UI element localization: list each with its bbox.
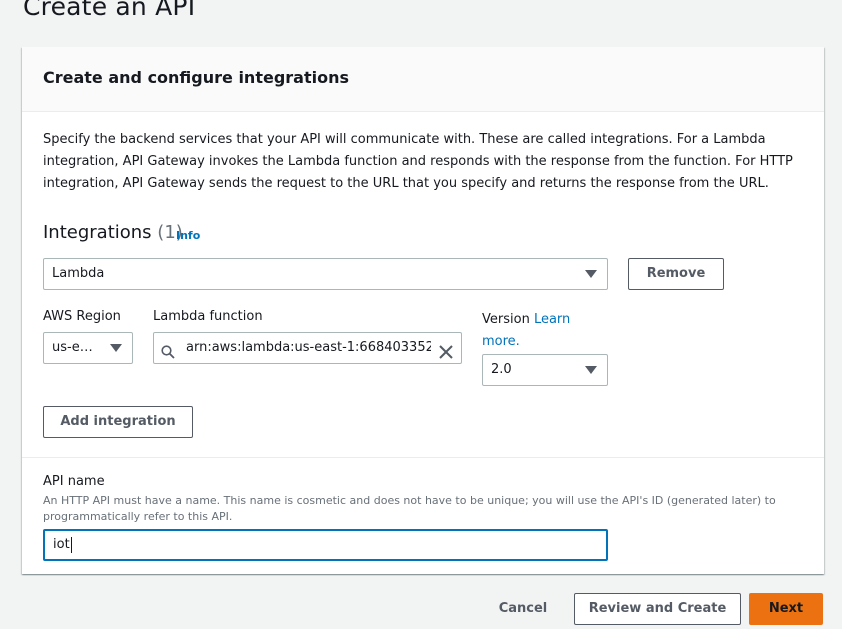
caret-down-icon: [585, 270, 597, 278]
text-cursor: [71, 537, 72, 553]
cancel-button[interactable]: Cancel: [487, 593, 559, 625]
add-integration-button[interactable]: Add integration: [43, 406, 193, 438]
api-name-hint: An HTTP API must have a name. This name …: [43, 494, 776, 523]
lambda-function-label: Lambda function: [153, 309, 263, 324]
info-link[interactable]: Info: [176, 229, 200, 242]
panel-title: Create and configure integrations: [43, 68, 349, 87]
version-select[interactable]: 2.0: [482, 354, 608, 386]
version-label-text: Version: [482, 312, 530, 327]
integrations-heading-label: Integrations: [43, 222, 152, 243]
clear-icon[interactable]: [439, 341, 453, 359]
version-value: 2.0: [491, 362, 512, 377]
api-name-input[interactable]: iot: [43, 529, 608, 561]
aws-region-select[interactable]: us-e…: [43, 332, 133, 364]
aws-region-value: us-e…: [52, 340, 93, 355]
lambda-function-input[interactable]: arn:aws:lambda:us-east-1:668403352’: [153, 332, 462, 364]
integration-type-select[interactable]: Lambda: [43, 258, 608, 290]
review-and-create-button[interactable]: Review and Create: [574, 593, 741, 625]
panel-header: Create and configure integrations: [22, 47, 824, 112]
page-title: Create an API: [23, 0, 196, 21]
aws-region-label: AWS Region: [43, 309, 121, 324]
integration-type-value: Lambda: [52, 266, 105, 281]
search-icon: [161, 341, 175, 359]
version-label: Version Learn more.: [482, 309, 592, 353]
integrations-heading: Integrations (1): [43, 222, 183, 243]
lambda-function-value: arn:aws:lambda:us-east-1:668403352’: [186, 340, 431, 355]
panel-description: Specify the backend services that your A…: [43, 132, 793, 191]
api-name-value: iot: [53, 537, 70, 552]
remove-button[interactable]: Remove: [628, 258, 724, 290]
section-divider: [22, 457, 824, 458]
integrations-panel: Create and configure integrations Specif…: [22, 47, 824, 574]
caret-down-icon: [110, 344, 122, 352]
next-button[interactable]: Next: [749, 593, 823, 625]
api-name-label: API name: [43, 474, 105, 489]
caret-down-icon: [585, 366, 597, 374]
